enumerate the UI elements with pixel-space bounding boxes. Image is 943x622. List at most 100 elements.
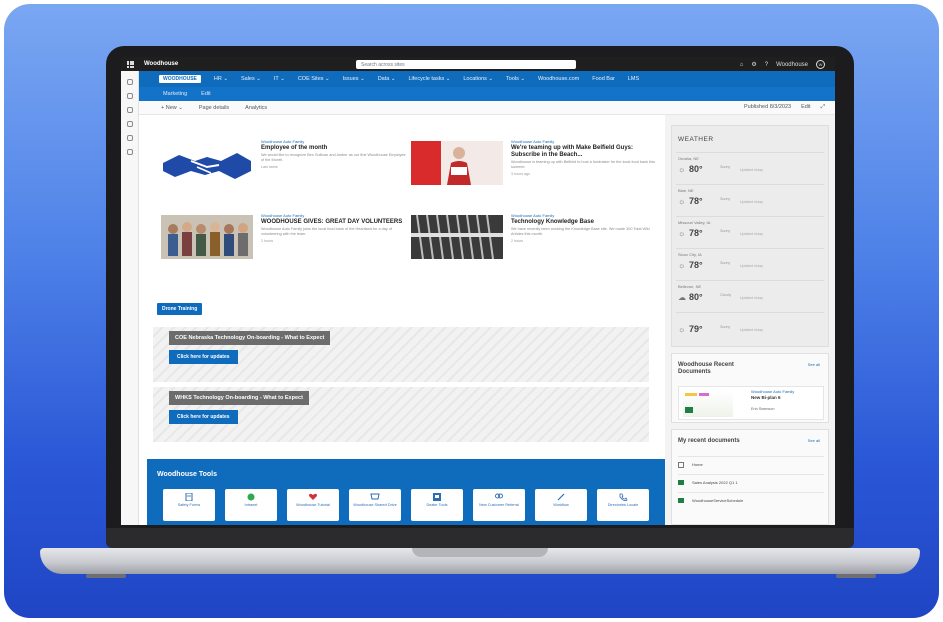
hub-nav-item[interactable]: Woodhouse.com: [538, 76, 579, 82]
news-headline[interactable]: Technology Knowledge Base: [511, 219, 659, 226]
suite-icons: ⌂ ⚙ ? Woodhouse W: [740, 60, 825, 69]
document-thumbnail: [683, 391, 733, 417]
weather-condition: Sunny: [720, 325, 731, 329]
news-headline[interactable]: WOODHOUSE GIVES: GREAT DAY VOLUNTEERS: [261, 219, 409, 226]
hub-nav-item[interactable]: COE Sites ⌄: [298, 76, 330, 82]
excel-icon: [678, 480, 684, 485]
home-icon[interactable]: [126, 79, 133, 85]
tool-tile[interactable]: Workflow: [535, 489, 587, 521]
laptop-foot: [836, 574, 876, 578]
news-headline[interactable]: Employee of the month: [261, 145, 409, 152]
sharepoint-screen: Woodhouse Search across sites ⌂ ⚙ ? Wood…: [121, 57, 835, 525]
avatar[interactable]: W: [816, 60, 825, 69]
page-details-button[interactable]: Page details: [199, 105, 229, 111]
sun-icon: ☼: [678, 261, 686, 270]
document-icon[interactable]: [126, 121, 133, 127]
weather-temp: 79°: [689, 324, 703, 334]
hub-nav-item[interactable]: Locations ⌄: [463, 76, 493, 82]
globe-icon[interactable]: [126, 93, 133, 99]
search-input[interactable]: Search across sites: [356, 60, 576, 69]
suite-title[interactable]: Woodhouse: [144, 61, 178, 67]
heart-icon: [309, 493, 317, 500]
tool-tile[interactable]: Woodhouse Shared Drive: [349, 489, 401, 521]
weather-city: Missouri Valley, IA: [678, 220, 711, 225]
tool-label: Directories Locale: [607, 503, 639, 507]
site-nav-item[interactable]: Marketing: [163, 91, 187, 97]
see-all-link[interactable]: See all: [808, 362, 820, 367]
news-meta: 2 hours: [261, 239, 273, 243]
news-item[interactable]: Woodhouse Auto Family WOODHOUSE GIVES: G…: [161, 211, 411, 277]
handshake-image: [161, 141, 253, 185]
tool-tile[interactable]: Dealer Tools: [411, 489, 463, 521]
news-kicker: Woodhouse Auto Family: [511, 213, 555, 218]
hub-nav-item[interactable]: Food Bar: [592, 76, 615, 82]
hub-nav-item[interactable]: Issues ⌄: [343, 76, 365, 82]
news-item[interactable]: Woodhouse Auto Family Technology Knowled…: [411, 211, 661, 277]
sun-icon: ☼: [678, 197, 686, 206]
tool-label: Intranet: [244, 503, 258, 507]
tool-tile[interactable]: Safety Forms: [163, 489, 215, 521]
tools-title: Woodhouse Tools: [157, 471, 218, 478]
app-launcher-icon[interactable]: [127, 60, 134, 68]
news-item[interactable]: Woodhouse Auto Family We're teaming up w…: [411, 137, 661, 203]
camera-notch: [435, 46, 523, 58]
link-icon: [557, 493, 565, 501]
news-headline[interactable]: We're teaming up with Make Belfield Guys…: [511, 145, 659, 159]
analytics-button[interactable]: Analytics: [245, 105, 267, 111]
weather-row: Bellevue, NE ☁ 80° Cloudy Updated today: [676, 280, 824, 310]
tool-label: Woodhouse Tutorial: [296, 503, 330, 507]
search-placeholder: Search across sites: [361, 61, 405, 68]
news-icon[interactable]: [126, 107, 133, 113]
right-column: WEATHER Omaha, NE ☼ 80° Sunny Updated to…: [665, 115, 835, 525]
news-description: Woodhouse is teaming up with Belfield to…: [511, 160, 656, 169]
news-kicker: Woodhouse Auto Family: [261, 213, 305, 218]
banner-button[interactable]: Click here for updates: [169, 410, 238, 424]
tool-tile[interactable]: Directories Locale: [597, 489, 649, 521]
home-icon: [678, 461, 684, 468]
document-name[interactable]: New Bi-plan 6: [751, 395, 781, 400]
document-card[interactable]: Woodhouse Auto Family New Bi-plan 6 Erin…: [678, 386, 824, 420]
weather-row: ☼ 79° Sunny Updated today: [676, 312, 824, 342]
recent-document-row[interactable]: WoodhouseServiceSchedule: [678, 492, 824, 508]
banner-button[interactable]: Click here for updates: [169, 350, 238, 364]
user-name[interactable]: Woodhouse: [776, 62, 808, 68]
onboarding-banner: COE Nebraska Technology On-boarding - Wh…: [153, 327, 649, 382]
recent-document-row[interactable]: Sales Analysis 2022 Q1 1: [678, 474, 824, 490]
hub-nav-item[interactable]: Lifecycle tasks ⌄: [408, 76, 450, 82]
chat-icon[interactable]: ⌂: [740, 62, 744, 68]
edit-button[interactable]: Edit: [801, 104, 810, 111]
my-recent-documents-widget: My recent documents See all Home Sales A…: [671, 429, 829, 525]
recent-document-row[interactable]: Home: [678, 456, 824, 472]
hub-nav-item[interactable]: LMS: [628, 76, 639, 82]
cart-icon: [370, 493, 380, 500]
new-button[interactable]: + New ⌄: [161, 105, 183, 111]
hub-nav-item[interactable]: IT ⌄: [274, 76, 285, 82]
sun-icon: ☼: [678, 325, 686, 334]
document-author: Erin Swenson: [751, 407, 775, 411]
form-icon: [185, 493, 193, 501]
hub-logo[interactable]: WOODHOUSE: [159, 75, 201, 83]
tool-tile[interactable]: Woodhouse Tutorial: [287, 489, 339, 521]
recent-documents-title: Woodhouse Recent Documents: [678, 362, 734, 375]
recent-documents-widget: Woodhouse Recent Documents See all Woodh…: [671, 353, 829, 423]
help-icon[interactable]: ?: [765, 62, 768, 68]
hub-nav-item[interactable]: Sales ⌄: [241, 76, 261, 82]
news-meta: 2 hours: [511, 239, 523, 243]
tool-label: Dealer Tools: [426, 503, 448, 507]
hub-nav-item[interactable]: Data ⌄: [378, 76, 396, 82]
add-icon[interactable]: [126, 149, 133, 155]
see-all-link[interactable]: See all: [808, 438, 820, 443]
tool-tile[interactable]: New Customer Referral: [473, 489, 525, 521]
news-item[interactable]: Woodhouse Auto Family Employee of the mo…: [161, 137, 411, 203]
tool-tile[interactable]: Intranet: [225, 489, 277, 521]
hub-nav-item[interactable]: HR ⌄: [214, 76, 228, 82]
settings-icon[interactable]: ⚙: [751, 61, 756, 68]
list-icon[interactable]: [126, 135, 133, 141]
hub-nav-item[interactable]: Tools ⌄: [506, 76, 525, 82]
site-nav-edit[interactable]: Edit: [201, 91, 210, 97]
tool-label: New Customer Referral: [479, 503, 519, 507]
drone-training-button[interactable]: Drone Training: [157, 303, 203, 315]
sun-icon: ☼: [678, 165, 686, 174]
expand-icon[interactable]: ⤢: [821, 104, 825, 111]
tools-section: Woodhouse Tools Safety Forms Intranet Wo…: [147, 459, 665, 525]
